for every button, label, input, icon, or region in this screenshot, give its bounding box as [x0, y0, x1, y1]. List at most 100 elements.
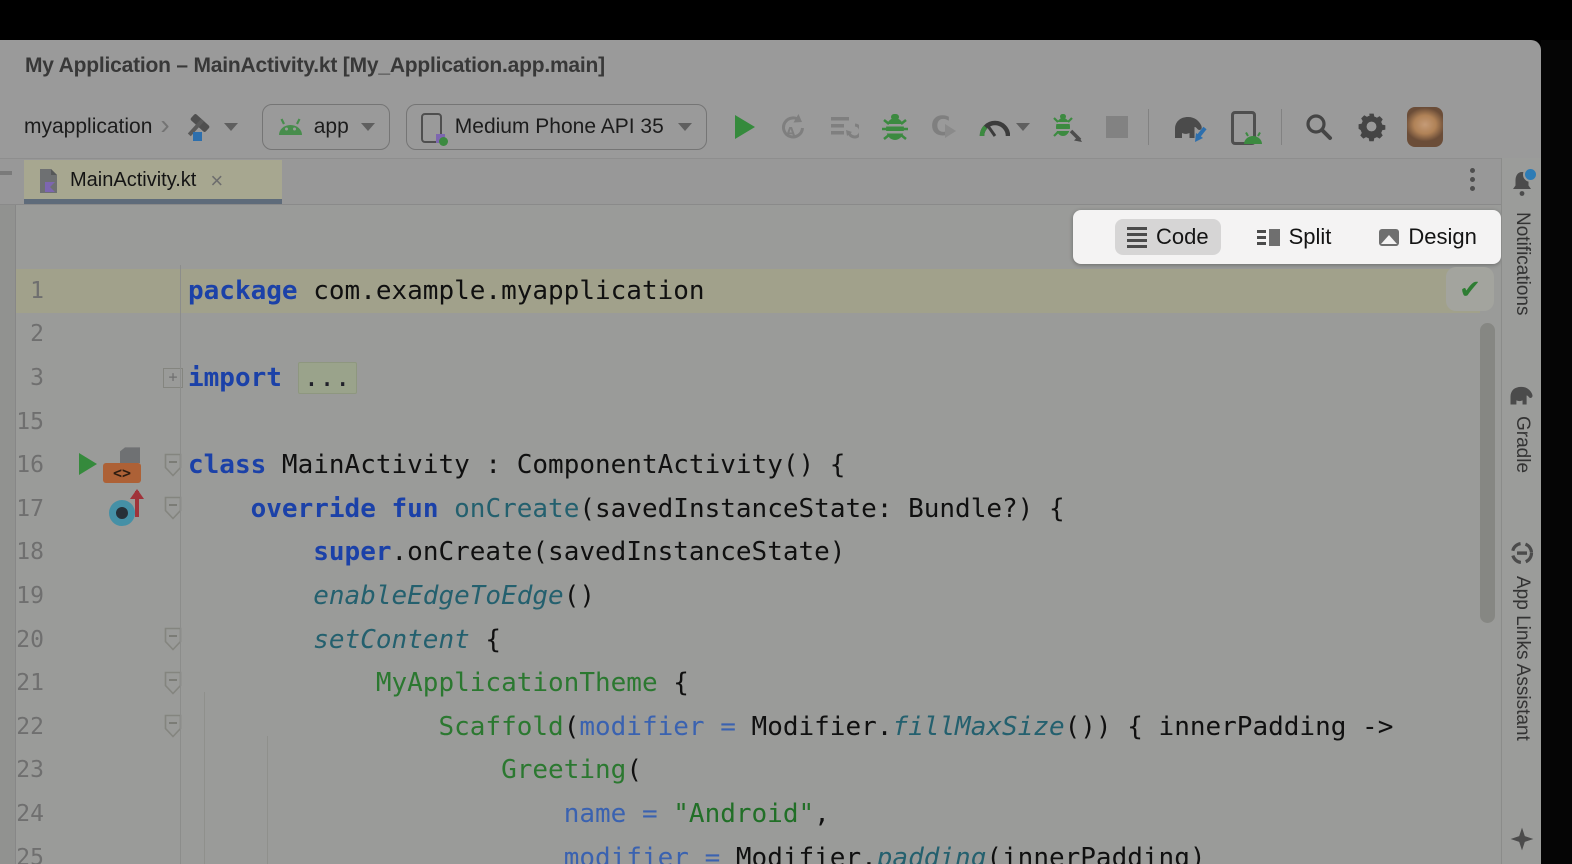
inspections-widget[interactable]: ✔: [1446, 267, 1494, 311]
build-button[interactable]: [184, 111, 216, 143]
coverage-button[interactable]: C: [931, 111, 956, 142]
code-rows[interactable]: 1 package com.example.myapplication 2 3+imp…: [16, 265, 1480, 864]
indent-guide: [267, 736, 268, 864]
screen-right-black-bar: [1541, 40, 1572, 864]
window-title: My Application – MainActivity.kt [My_App…: [25, 54, 605, 78]
gemini-sparkle-icon: [1509, 826, 1535, 852]
code-line[interactable]: 22 Scaffold(modifier = Modifier.fillMaxS…: [16, 705, 1480, 749]
tab-options-kebab-icon[interactable]: [1470, 168, 1475, 191]
svg-text:A: A: [786, 125, 796, 139]
attach-debugger-icon: [1052, 112, 1084, 142]
line-number: 15: [16, 409, 55, 435]
device-manager-icon: [1231, 111, 1261, 143]
virtual-device-icon: [421, 111, 445, 143]
profiler-caret-icon: [1016, 123, 1030, 131]
split-mode-icon: [1257, 229, 1280, 246]
code-text: name = "Android",: [188, 799, 830, 829]
run-config-selector[interactable]: app: [262, 104, 390, 150]
tab-close-icon[interactable]: ×: [210, 168, 223, 194]
line-number: 2: [16, 321, 55, 347]
code-text: MyApplicationTheme {: [188, 668, 689, 698]
stripe-item-app-links-assistant[interactable]: App Links Assistant: [1502, 540, 1542, 741]
code-line[interactable]: 24 name = "Android",: [16, 792, 1480, 836]
editor-mode-panel: Code Split Design: [1073, 210, 1501, 264]
code-line[interactable]: 1 package com.example.myapplication: [16, 269, 1480, 313]
debug-button[interactable]: [881, 112, 909, 142]
editor-tabbar: MainActivity.kt ×: [0, 158, 1541, 205]
stop-icon: [1106, 116, 1128, 138]
toolbar-separator: [1148, 109, 1149, 145]
apply-code-changes-button[interactable]: [829, 112, 859, 142]
notifications-bell-icon: [1509, 170, 1535, 202]
line-number: 25: [16, 845, 55, 864]
code-text: Scaffold(modifier = Modifier.fillMaxSize…: [188, 712, 1393, 742]
user-avatar[interactable]: [1407, 107, 1443, 147]
mode-button-code[interactable]: Code: [1115, 219, 1221, 255]
code-line[interactable]: 21 MyApplicationTheme {: [16, 661, 1480, 705]
design-mode-icon: [1379, 229, 1399, 246]
tab-label: MainActivity.kt: [70, 169, 196, 192]
stripe-item-gemini[interactable]: [1502, 826, 1542, 852]
android-studio-window: My Application – MainActivity.kt [My_App…: [0, 0, 1572, 864]
tab-mainactivity[interactable]: MainActivity.kt ×: [24, 160, 282, 201]
run-line-icon[interactable]: [79, 453, 97, 475]
code-line[interactable]: 16<>class MainActivity : ComponentActivi…: [16, 443, 1480, 487]
run-button[interactable]: [735, 115, 755, 139]
attach-debugger-button[interactable]: [1052, 112, 1084, 142]
apply-changes-restart-icon: A: [777, 112, 807, 142]
stripe-item-notifications[interactable]: Notifications: [1502, 170, 1542, 316]
main-toolbar: › myapplication ›: [0, 95, 1541, 158]
editor-scrollbar[interactable]: [1480, 323, 1495, 623]
active-tab-underline: [24, 199, 282, 204]
line-number: 17: [16, 496, 55, 522]
code-line[interactable]: 20 setContent {: [16, 618, 1480, 662]
code-line[interactable]: 3+import ...: [16, 356, 1480, 400]
device-selector-label: Medium Phone API 35: [455, 115, 664, 139]
coverage-play-icon: [945, 124, 956, 138]
code-line[interactable]: 23 Greeting(: [16, 749, 1480, 793]
debug-bug-icon: [881, 112, 909, 142]
mode-button-split[interactable]: Split: [1245, 219, 1344, 255]
inspections-passed-icon: ✔: [1459, 274, 1481, 305]
code-line[interactable]: 19 enableEdgeToEdge(): [16, 574, 1480, 618]
line-number: 20: [16, 627, 55, 653]
stripe-item-gradle[interactable]: Gradle: [1502, 383, 1542, 473]
stripe-label: Gradle: [1511, 416, 1533, 473]
code-text: setContent {: [188, 625, 501, 655]
apply-changes-button[interactable]: A: [777, 112, 807, 142]
mode-button-design[interactable]: Design: [1367, 219, 1488, 255]
code-text: package com.example.myapplication: [188, 276, 705, 306]
line-number: 1: [16, 278, 55, 304]
code-text: super.onCreate(savedInstanceState): [188, 537, 845, 567]
line-number: 23: [16, 757, 55, 783]
code-line[interactable]: 25 modifier = Modifier.padding(innerPadd…: [16, 836, 1480, 864]
line-number: 18: [16, 539, 55, 565]
notification-badge-dot: [1523, 167, 1538, 182]
code-text: Greeting(: [188, 755, 642, 785]
app-links-icon: [1509, 540, 1535, 566]
left-tool-stripe: [0, 205, 16, 864]
code-line[interactable]: 2: [16, 313, 1480, 357]
editor-pane[interactable]: Code Split Design 1 package com.example.m…: [16, 205, 1501, 864]
profiler-button[interactable]: [978, 116, 1030, 138]
device-selector[interactable]: Medium Phone API 35: [406, 104, 707, 150]
device-manager-button[interactable]: [1231, 111, 1261, 143]
gradle-sync-button[interactable]: [1171, 112, 1209, 142]
breadcrumb-project[interactable]: myapplication: [24, 115, 152, 139]
code-line[interactable]: 15: [16, 400, 1480, 444]
compose-preview-icon[interactable]: <>: [103, 447, 143, 485]
stop-button[interactable]: [1106, 116, 1128, 138]
gradle-elephant-icon: [1507, 383, 1537, 406]
design-mode-label: Design: [1408, 224, 1476, 250]
code-line[interactable]: 18 super.onCreate(savedInstanceState): [16, 531, 1480, 575]
screen-top-black-bar: [0, 0, 1572, 40]
settings-button[interactable]: [1356, 111, 1387, 142]
split-mode-label: Split: [1289, 224, 1332, 250]
code-line[interactable]: 17 override fun onCreate(savedInstanceSt…: [16, 487, 1480, 531]
code-text: override fun onCreate(savedInstanceState…: [188, 494, 1065, 524]
search-everywhere-button[interactable]: [1304, 112, 1334, 142]
build-dropdown-caret-icon[interactable]: [224, 123, 238, 131]
override-method-icon[interactable]: [109, 494, 149, 526]
line-number: 22: [16, 714, 55, 740]
run-config-label: app: [314, 115, 349, 139]
